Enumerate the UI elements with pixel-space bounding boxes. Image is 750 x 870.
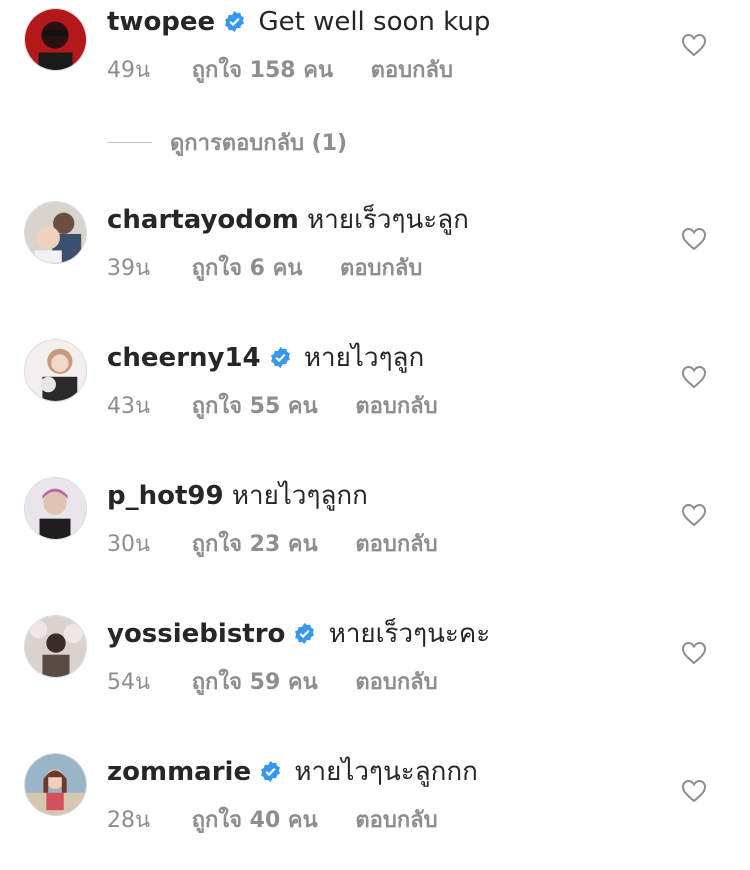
avatar[interactable] — [24, 477, 87, 540]
comment-time: 49น — [107, 58, 151, 83]
username[interactable]: twopee — [107, 7, 215, 37]
username[interactable]: yossiebistro — [107, 619, 285, 649]
comment-time: 43น — [107, 394, 151, 419]
comment-item: chartayodom หายเร็วๆนะลูก 39น ถูกใจ 6 คน… — [0, 198, 750, 318]
comment-time: 39น — [107, 256, 151, 281]
comment-text: หายไวๆลูกก — [231, 481, 368, 511]
comment-text: หายไวๆนะลูกกก — [294, 757, 478, 787]
username[interactable]: chartayodom — [107, 205, 299, 235]
heart-icon[interactable] — [681, 33, 707, 57]
heart-icon[interactable] — [681, 779, 707, 803]
heart-icon[interactable] — [681, 365, 707, 389]
reply-button[interactable]: ตอบกลับ — [355, 670, 437, 695]
comment-text: หายเร็วๆนะคะ — [328, 619, 491, 649]
likes-count[interactable]: ถูกใจ 55 คน — [192, 394, 318, 419]
likes-count[interactable]: ถูกใจ 23 คน — [192, 532, 318, 557]
divider — [107, 142, 152, 143]
verified-badge-icon — [270, 346, 290, 369]
username[interactable]: cheerny14 — [107, 343, 261, 373]
reply-button[interactable]: ตอบกลับ — [355, 394, 437, 419]
comment-text: หายเร็วๆนะลูก — [307, 205, 469, 235]
likes-count[interactable]: ถูกใจ 40 คน — [192, 808, 318, 833]
comment-item: yossiebistro หายเร็วๆนะคะ 54น ถูกใจ 59 ค… — [0, 612, 750, 732]
heart-icon[interactable] — [681, 641, 707, 665]
verified-badge-icon — [295, 622, 315, 645]
comment-item: twopee Get well soon kup 49น ถูกใจ 158 ค… — [0, 0, 750, 120]
verified-badge-icon — [261, 760, 281, 783]
username[interactable]: p_hot99 — [107, 481, 224, 511]
reply-button[interactable]: ตอบกลับ — [371, 58, 453, 83]
likes-count[interactable]: ถูกใจ 158 คน — [192, 58, 333, 83]
comment-item: zommarie หายไวๆนะลูกกก 28น ถูกใจ 40 คน ต… — [0, 750, 750, 870]
heart-icon[interactable] — [681, 503, 707, 527]
avatar[interactable] — [24, 201, 87, 264]
reply-button[interactable]: ตอบกลับ — [340, 256, 422, 281]
username[interactable]: zommarie — [107, 757, 251, 787]
avatar[interactable] — [24, 8, 87, 71]
comment-time: 30น — [107, 532, 151, 557]
reply-button[interactable]: ตอบกลับ — [355, 532, 437, 557]
avatar[interactable] — [24, 339, 87, 402]
view-replies-button[interactable]: ดูการตอบกลับ (1) — [107, 122, 347, 166]
reply-button[interactable]: ตอบกลับ — [355, 808, 437, 833]
comment-text: หายไวๆลูก — [303, 343, 425, 373]
verified-badge-icon — [225, 10, 245, 33]
comment-item: cheerny14 หายไวๆลูก 43น ถูกใจ 55 คน ตอบก… — [0, 336, 750, 456]
likes-count[interactable]: ถูกใจ 59 คน — [192, 670, 318, 695]
comment-text: Get well soon kup — [258, 7, 491, 37]
avatar[interactable] — [24, 615, 87, 678]
comment-time: 54น — [107, 670, 151, 695]
comment-time: 28น — [107, 808, 151, 833]
heart-icon[interactable] — [681, 227, 707, 251]
likes-count[interactable]: ถูกใจ 6 คน — [192, 256, 303, 281]
comment-item: p_hot99 หายไวๆลูกก 30น ถูกใจ 23 คน ตอบกล… — [0, 474, 750, 594]
avatar[interactable] — [24, 753, 87, 816]
